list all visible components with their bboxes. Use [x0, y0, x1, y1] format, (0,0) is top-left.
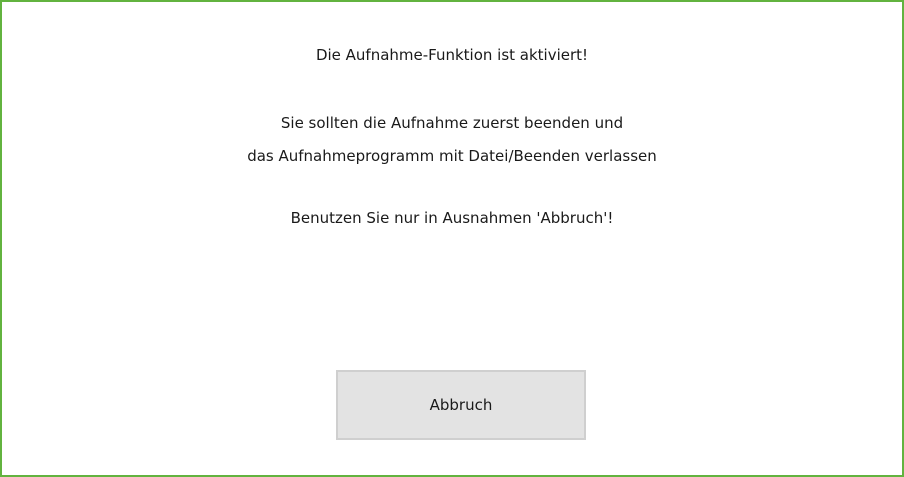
cancel-button-label: Abbruch [429, 396, 493, 414]
recording-warning-dialog: Die Aufnahme-Funktion ist aktiviert! Sie… [0, 0, 904, 477]
instruction-line-2: das Aufnahmeprogramm mit Datei/Beenden v… [247, 147, 657, 165]
instruction-line-1: Sie sollten die Aufnahme zuerst beenden … [280, 114, 624, 132]
status-message: Die Aufnahme-Funktion ist aktiviert! [315, 46, 589, 64]
cancel-button[interactable]: Abbruch [336, 370, 586, 440]
warning-message: Benutzen Sie nur in Ausnahmen 'Abbruch'! [290, 209, 614, 227]
